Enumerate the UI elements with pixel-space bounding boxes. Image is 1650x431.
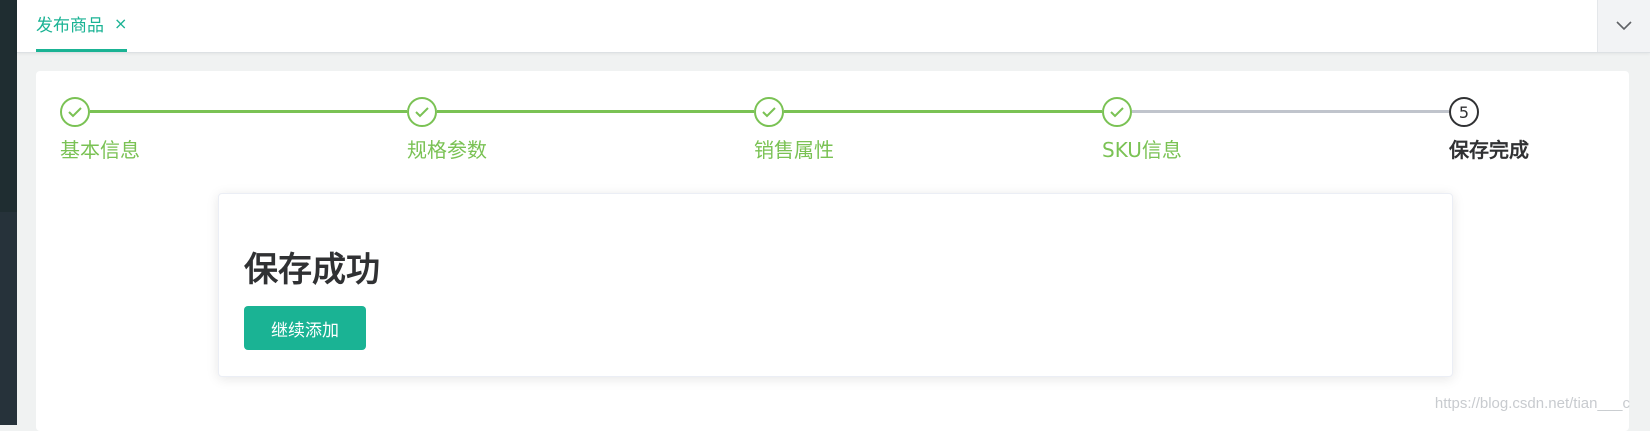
- chevron-down-icon: [1616, 21, 1632, 31]
- tab-dropdown-button[interactable]: [1597, 0, 1650, 52]
- close-icon[interactable]: ×: [114, 15, 127, 32]
- left-sidebar-edge-lower: [0, 212, 17, 425]
- step-icon: [754, 97, 784, 127]
- result-card: 保存成功 继续添加: [218, 193, 1453, 377]
- tab-publish-product[interactable]: 发布商品 ×: [36, 0, 128, 52]
- step-title: 保存完成: [1449, 138, 1529, 162]
- step-title: 规格参数: [407, 138, 487, 162]
- check-icon: [68, 107, 82, 118]
- check-icon: [1110, 107, 1124, 118]
- step-title: SKU信息: [1102, 138, 1182, 162]
- tab-label: 发布商品: [36, 16, 104, 36]
- step-connector: [1132, 110, 1449, 113]
- watermark: https://blog.csdn.net/tian___c: [1434, 395, 1630, 412]
- step-title: 基本信息: [60, 138, 140, 162]
- check-icon: [762, 107, 776, 118]
- step-connector: [784, 110, 1102, 113]
- step-number: 5: [1458, 102, 1470, 122]
- left-sidebar-edge: [0, 0, 17, 425]
- result-title: 保存成功: [244, 250, 380, 290]
- step-icon: [60, 97, 90, 127]
- step-connector: [90, 110, 407, 113]
- steps-progress: 基本信息 规格参数 销售属性 SKU信息 5 保存完成: [36, 71, 1629, 171]
- step-number-icon: 5: [1449, 97, 1479, 127]
- continue-add-button[interactable]: 继续添加: [244, 306, 366, 350]
- tab-bar: 发布商品 ×: [17, 0, 1650, 53]
- check-icon: [415, 107, 429, 118]
- step-icon: [407, 97, 437, 127]
- step-connector: [437, 110, 754, 113]
- step-icon: [1102, 97, 1132, 127]
- step-title: 销售属性: [754, 138, 834, 162]
- main-content: 基本信息 规格参数 销售属性 SKU信息 5 保存完成 保存成功 继续添加: [36, 71, 1629, 431]
